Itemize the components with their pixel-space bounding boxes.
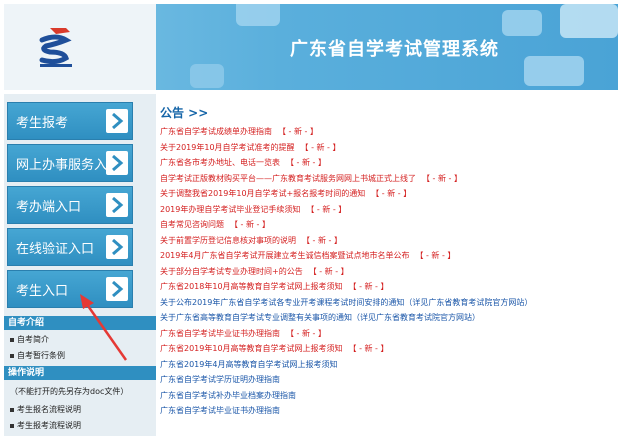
notice-item[interactable]: 广东省自学考试毕业证书办理指南【 - 新 - 】 [160, 329, 326, 339]
bullet-icon [10, 337, 14, 342]
logo-panel [4, 4, 156, 90]
guide-note: （不能打开的先另存为doc文件） [10, 387, 129, 396]
notice-item-text: 广东省2018年10月高等教育自学考试网上报考须知 [160, 282, 343, 291]
notice-item[interactable]: 广东省自学考试学历证明办理指南 [160, 375, 280, 385]
sidebar-link-application-guide[interactable]: 考生报考流程说明 [10, 420, 81, 431]
new-badge: 【 - 新 - 】 [371, 189, 412, 198]
new-badge: 【 - 新 - 】 [286, 158, 326, 167]
notice-item-text: 广东省自学考试成绩单办理指南 [160, 127, 272, 136]
bullet-icon [10, 407, 14, 412]
page-root: 广东省自学考试管理系统 考生报考 网上办事服务入口 考办端入口 在线验证入口 考… [0, 0, 638, 436]
bullet-icon [10, 423, 14, 428]
chevron-right-icon [106, 109, 128, 133]
nav-label: 考生报考 [16, 116, 69, 131]
notice-item[interactable]: 广东省各市考办地址、电话一览表【 - 新 - 】 [160, 158, 326, 168]
new-badge: 【 - 新 - 】 [415, 251, 456, 260]
notice-panel: 公告 >> 广东省自学考试成绩单办理指南【 - 新 - 】关于2019年10月自… [158, 94, 638, 436]
nav-candidate-registration-button[interactable]: 考生报考 [7, 102, 133, 140]
new-badge: 【 - 新 - 】 [348, 344, 389, 353]
notice-item-text: 关于公布2019年广东省自学考试各专业开考课程考试时间安排的通知（详见广东省教育… [160, 297, 533, 307]
new-badge: 【 - 新 - 】 [278, 127, 318, 136]
chevron-right-icon [106, 235, 128, 259]
nav-online-verify-button[interactable]: 在线验证入口 [7, 228, 133, 266]
notice-item[interactable]: 广东省2018年10月高等教育自学考试网上报考须知【 - 新 - 】 [160, 282, 389, 292]
notice-item[interactable]: 广东省2019年4月高等教育自学考试网上报考须知 [160, 360, 337, 370]
chevron-right-icon [106, 151, 128, 175]
puzzle-decoration [560, 4, 618, 38]
notice-item-text: 2019年办理自学考试毕业登记手续须知 [160, 204, 301, 214]
sidebar-link-registration-guide[interactable]: 考生报名流程说明 [10, 404, 81, 415]
puzzle-decoration [502, 10, 542, 36]
notice-item[interactable]: 广东省2019年10月高等教育自学考试网上报考须知【 - 新 - 】 [160, 344, 389, 354]
chevron-right-icon [106, 277, 128, 301]
notice-item-text: 关于调整我省2019年10月自学考试+报名报考时间的通知 [160, 189, 366, 198]
bullet-icon [10, 353, 14, 358]
notice-item[interactable]: 关于公布2019年广东省自学考试各专业开考课程考试时间安排的通知（详见广东省教育… [160, 298, 532, 308]
new-badge: 【 - 新 - 】 [348, 282, 389, 291]
notice-item-text: 自学考试正版教材购买平台——广东教育考试服务网网上书城正式上线了 [160, 173, 416, 183]
notice-item-text: 关于广东省高等教育自学考试专业调整有关事项的通知（详见广东省教育考试院官方网站） [160, 313, 480, 322]
nav-online-service-button[interactable]: 网上办事服务入口 [7, 144, 133, 182]
notice-item[interactable]: 关于调整我省2019年10月自学考试+报名报考时间的通知【 - 新 - 】 [160, 189, 411, 199]
nav-label: 网上办事服务入口 [16, 158, 121, 173]
notice-item-text: 广东省2019年4月高等教育自学考试网上报考须知 [160, 359, 338, 369]
guide-section-header: 操作说明 [4, 366, 156, 380]
notice-item[interactable]: 广东省自学考试毕业证书办理指南 [160, 406, 280, 416]
notice-item[interactable]: 广东省自学考试成绩单办理指南【 - 新 - 】 [160, 127, 318, 137]
notice-item-text: 关于部分自学考试专业办理时间+的公告 [160, 266, 303, 276]
notice-item-text: 广东省自学考试毕业证书办理指南 [160, 328, 280, 338]
exam-logo-icon [39, 28, 72, 67]
notice-item-text: 广东省各市考办地址、电话一览表 [160, 158, 280, 167]
notice-item[interactable]: 自考常见咨询问题【 - 新 - 】 [160, 220, 270, 230]
nav-exam-office-button[interactable]: 考办端入口 [7, 186, 133, 224]
notice-item[interactable]: 自学考试正版教材购买平台——广东教育考试服务网网上书城正式上线了【 - 新 - … [160, 174, 462, 184]
new-badge: 【 - 新 - 】 [230, 220, 270, 229]
puzzle-decoration [190, 64, 224, 88]
sidebar: 考生报考 网上办事服务入口 考办端入口 在线验证入口 考生入口 自考介绍 自考简… [4, 94, 156, 436]
chevron-right-icon [106, 193, 128, 217]
puzzle-decoration [236, 4, 280, 26]
notice-item[interactable]: 关于2019年10月自学考试准考的提醒【 - 新 - 】 [160, 143, 341, 153]
notice-item-text: 广东省自学考试补办毕业档案办理指南 [160, 390, 296, 400]
notice-item-text: 广东省2019年10月高等教育自学考试网上报考须知 [160, 344, 343, 353]
site-header: 广东省自学考试管理系统 [4, 4, 618, 90]
notice-item-text: 关于前置学历登记信息核对事项的说明 [160, 235, 296, 245]
notice-heading: 公告 >> [160, 106, 209, 120]
notice-item[interactable]: 关于前置学历登记信息核对事项的说明【 - 新 - 】 [160, 236, 342, 246]
nav-label: 考生入口 [16, 284, 69, 299]
notice-item[interactable]: 广东省自学考试补办毕业档案办理指南 [160, 391, 296, 401]
notice-item[interactable]: 2019年4月广东省自学考试开展建立考生诚信档案暨试点地市名单公布【 - 新 -… [160, 251, 455, 261]
intro-section-header: 自考介绍 [4, 316, 156, 330]
notice-item-text: 关于2019年10月自学考试准考的提醒 [160, 142, 295, 152]
new-badge: 【 - 新 - 】 [302, 235, 342, 245]
sidebar-link-intro[interactable]: 自考简介 [10, 334, 49, 345]
notice-item-text: 广东省自学考试学历证明办理指南 [160, 375, 280, 384]
system-title: 广东省自学考试管理系统 [290, 39, 499, 60]
nav-label: 考办端入口 [16, 200, 82, 215]
nav-candidate-login-button[interactable]: 考生入口 [7, 270, 133, 308]
new-badge: 【 - 新 - 】 [300, 142, 341, 152]
sidebar-link-regulations[interactable]: 自考暂行条例 [10, 350, 65, 361]
notice-item-text: 自考常见咨询问题 [160, 220, 224, 229]
notice-item-text: 广东省自学考试毕业证书办理指南 [160, 406, 280, 415]
new-badge: 【 - 新 - 】 [286, 328, 326, 338]
puzzle-decoration [524, 56, 584, 86]
notice-item[interactable]: 关于部分自学考试专业办理时间+的公告【 - 新 - 】 [160, 267, 349, 277]
notice-item[interactable]: 关于广东省高等教育自学考试专业调整有关事项的通知（详见广东省教育考试院官方网站） [160, 313, 480, 323]
new-badge: 【 - 新 - 】 [422, 173, 462, 183]
notice-item[interactable]: 2019年办理自学考试毕业登记手续须知【 - 新 - 】 [160, 205, 346, 215]
new-badge: 【 - 新 - 】 [306, 204, 347, 214]
notice-item-text: 2019年4月广东省自学考试开展建立考生诚信档案暨试点地市名单公布 [160, 251, 410, 260]
new-badge: 【 - 新 - 】 [308, 266, 349, 276]
nav-label: 在线验证入口 [16, 242, 95, 257]
